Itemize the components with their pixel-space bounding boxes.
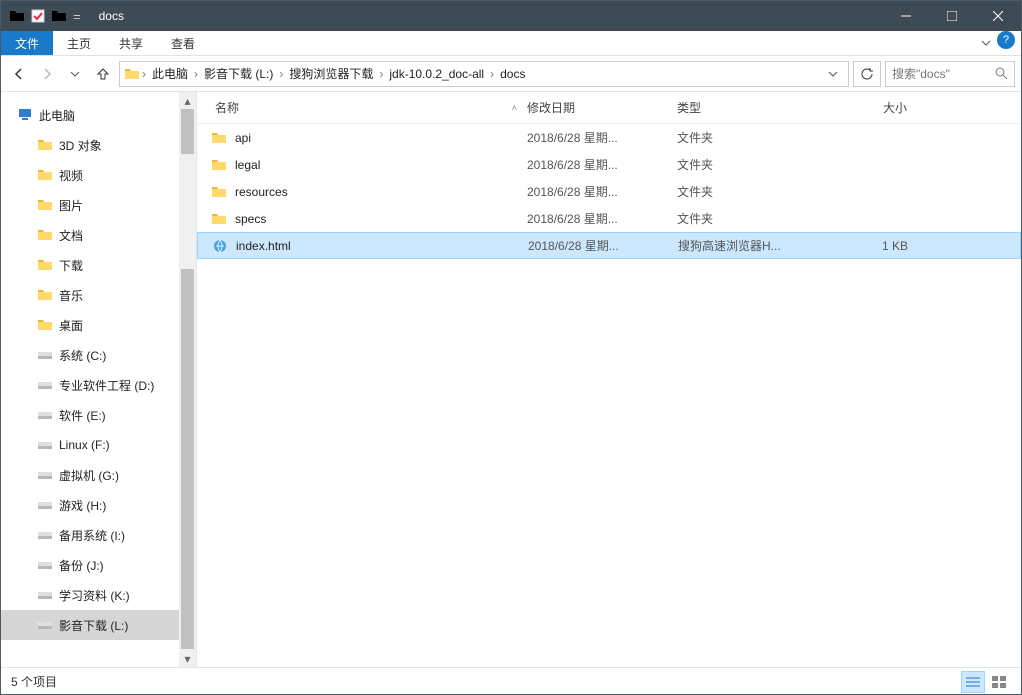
ribbon-expand-icon[interactable] [975,31,997,55]
ribbon-tabs: 文件 主页 共享 查看 ? [1,31,1021,56]
tree-item[interactable]: 学习资料 (K:) [1,580,196,610]
file-row[interactable]: legal2018/6/28 星期...文件夹 [197,151,1021,178]
up-button[interactable] [91,62,115,86]
folder-icon [9,8,25,24]
scroll-thumb-lower[interactable] [181,269,194,649]
tab-share[interactable]: 共享 [105,31,157,55]
breadcrumb-3[interactable]: jdk-10.0.2_doc-all [385,67,488,81]
tree-item[interactable]: 下载 [1,250,196,280]
tab-home[interactable]: 主页 [53,31,105,55]
back-button[interactable] [7,62,31,86]
scroll-up-icon[interactable]: ▴ [179,92,196,109]
tree-item[interactable]: 游戏 (H:) [1,490,196,520]
file-row[interactable]: specs2018/6/28 星期...文件夹 [197,205,1021,232]
view-thumbnails-button[interactable] [987,671,1011,693]
search-placeholder: 搜索"docs" [892,65,950,82]
status-text: 5 个项目 [11,673,57,690]
file-row[interactable]: api2018/6/28 星期...文件夹 [197,124,1021,151]
column-headers: 名称˄ 修改日期 类型 大小 [197,92,1021,124]
breadcrumb-2[interactable]: 搜狗浏览器下载 [285,65,377,82]
tree-item[interactable]: 文档 [1,220,196,250]
sort-indicator-icon: ˄ [512,103,517,113]
search-input[interactable]: 搜索"docs" [885,61,1015,87]
column-date[interactable]: 修改日期 [527,99,677,116]
tree-item[interactable]: 图片 [1,190,196,220]
breadcrumb-4[interactable]: docs [496,67,529,81]
refresh-button[interactable] [853,61,881,87]
search-icon [995,67,1008,80]
sidebar-scrollbar[interactable]: ▴ ▾ [179,92,196,667]
scroll-thumb-upper[interactable] [181,109,194,154]
qat-dropdown-icon[interactable]: = [73,9,81,24]
help-button[interactable]: ? [997,31,1015,49]
tree-item[interactable]: 视频 [1,160,196,190]
scroll-down-icon[interactable]: ▾ [179,650,196,667]
status-bar: 5 个项目 [1,667,1021,695]
chevron-right-icon[interactable]: › [277,67,285,81]
tree-item[interactable]: 软件 (E:) [1,400,196,430]
file-list-pane: 名称˄ 修改日期 类型 大小 api2018/6/28 星期...文件夹lega… [197,92,1021,667]
tree-item[interactable]: 备用系统 (I:) [1,520,196,550]
file-row[interactable]: index.html2018/6/28 星期...搜狗高速浏览器H...1 KB [197,232,1021,259]
tree-item[interactable]: 3D 对象 [1,130,196,160]
checkbox-icon [31,9,45,23]
window-controls [883,1,1021,31]
forward-button[interactable] [35,62,59,86]
column-type[interactable]: 类型 [677,99,827,116]
view-details-button[interactable] [961,671,985,693]
chevron-right-icon[interactable]: › [192,67,200,81]
nav-bar: › 此电脑 › 影音下载 (L:) › 搜狗浏览器下载 › jdk-10.0.2… [1,56,1021,92]
breadcrumb-0[interactable]: 此电脑 [148,65,192,82]
minimize-button[interactable] [883,1,929,31]
tree-this-pc[interactable]: 此电脑 [1,100,196,130]
window-title: docs [99,9,124,23]
tree-item[interactable]: 备份 (J:) [1,550,196,580]
tree-item[interactable]: 虚拟机 (G:) [1,460,196,490]
column-name[interactable]: 名称˄ [197,99,527,116]
tab-file[interactable]: 文件 [1,31,53,55]
navigation-pane: 此电脑3D 对象视频图片文档下载音乐桌面系统 (C:)专业软件工程 (D:)软件… [1,92,197,667]
address-folder-icon [124,66,140,82]
tree-item[interactable]: 影音下载 (L:) [1,610,196,640]
chevron-right-icon[interactable]: › [377,67,385,81]
address-dropdown-icon[interactable] [822,63,844,85]
history-dropdown-icon[interactable] [63,62,87,86]
file-row[interactable]: resources2018/6/28 星期...文件夹 [197,178,1021,205]
tree-item[interactable]: 系统 (C:) [1,340,196,370]
app-folder-icon [51,8,67,24]
address-bar[interactable]: › 此电脑 › 影音下载 (L:) › 搜狗浏览器下载 › jdk-10.0.2… [119,61,849,87]
tree-item[interactable]: Linux (F:) [1,430,196,460]
tab-view[interactable]: 查看 [157,31,209,55]
main-area: 此电脑3D 对象视频图片文档下载音乐桌面系统 (C:)专业软件工程 (D:)软件… [1,92,1021,667]
titlebar-icons: = docs [1,8,124,24]
close-button[interactable] [975,1,1021,31]
tree-item[interactable]: 桌面 [1,310,196,340]
chevron-right-icon[interactable]: › [140,67,148,81]
column-size[interactable]: 大小 [827,99,927,116]
breadcrumb-1[interactable]: 影音下载 (L:) [200,65,277,82]
maximize-button[interactable] [929,1,975,31]
chevron-right-icon[interactable]: › [488,67,496,81]
tree-item[interactable]: 专业软件工程 (D:) [1,370,196,400]
tree-item[interactable]: 音乐 [1,280,196,310]
title-bar: = docs [1,1,1021,31]
